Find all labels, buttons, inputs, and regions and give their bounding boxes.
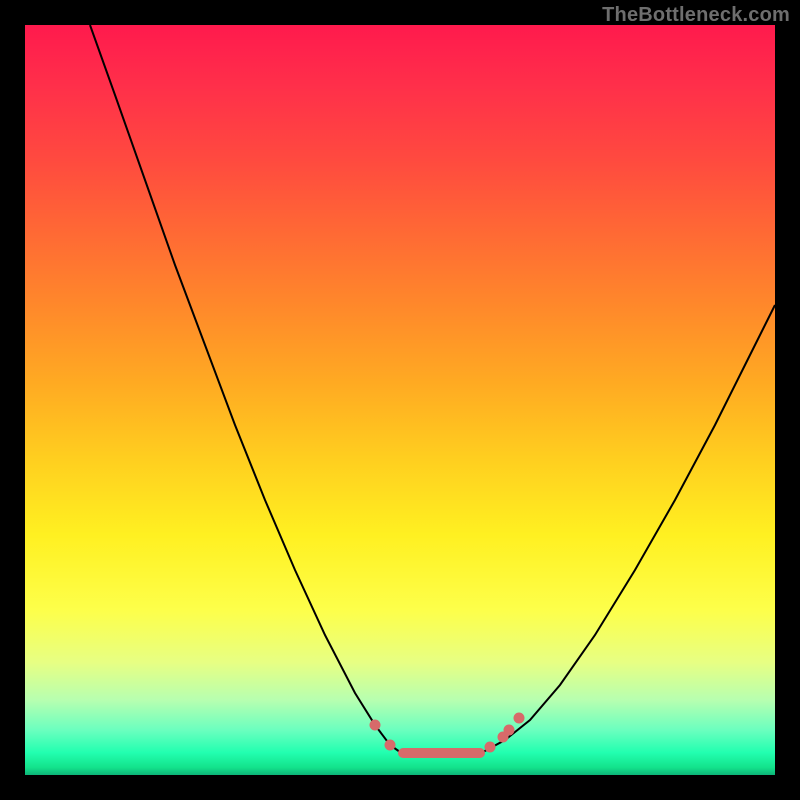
trough-dot-markers — [370, 713, 525, 753]
chart-frame: TheBottleneck.com — [0, 0, 800, 800]
trough-dot — [370, 720, 381, 731]
trough-dot — [485, 742, 496, 753]
curve-svg — [25, 25, 775, 775]
left-curve — [90, 25, 400, 752]
watermark-text: TheBottleneck.com — [602, 4, 790, 27]
right-curve — [483, 305, 775, 752]
trough-dot — [514, 713, 525, 724]
plot-area — [25, 25, 775, 775]
trough-dot — [385, 740, 396, 751]
trough-dot — [504, 725, 515, 736]
